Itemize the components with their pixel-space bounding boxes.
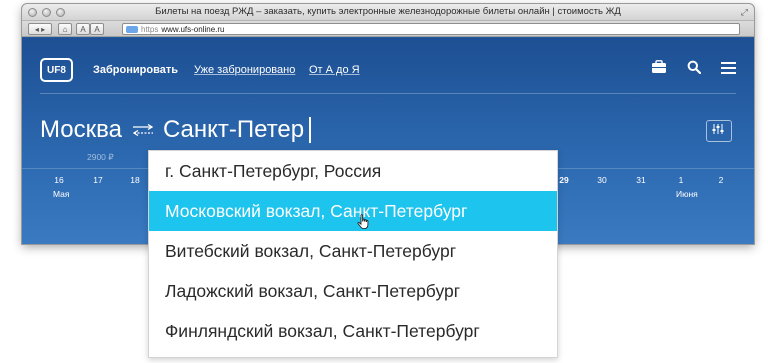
- suggestion-item[interactable]: Ладожский вокзал, Санкт-Петербург: [149, 271, 557, 311]
- date-item[interactable]: 17: [87, 175, 109, 185]
- date-item[interactable]: 18: [124, 175, 146, 185]
- month-label: Мая: [53, 189, 70, 199]
- suggestion-item[interactable]: Витебский вокзал, Санкт-Петербург: [149, 231, 557, 271]
- filter-button[interactable]: [706, 120, 732, 142]
- month-label: Июня: [676, 189, 698, 199]
- route-search: Москва Санкт-Петер: [40, 116, 312, 144]
- search-icon[interactable]: [687, 60, 702, 79]
- text-larger-button[interactable]: A: [90, 23, 104, 35]
- forward-icon[interactable]: ▸: [41, 25, 45, 34]
- date-item[interactable]: 31: [630, 175, 652, 185]
- date-item[interactable]: 2: [710, 175, 732, 185]
- header-divider: [40, 93, 736, 94]
- swap-icon[interactable]: [132, 124, 154, 136]
- url-scheme: https: [141, 24, 159, 34]
- site-icon: [126, 25, 138, 33]
- header-icons: [651, 60, 736, 79]
- title-bar: Билеты на поезд РЖД – заказать, купить э…: [22, 4, 754, 21]
- date-item[interactable]: 1: [670, 175, 692, 185]
- suggestion-item[interactable]: Финляндский вокзал, Санкт-Петербург: [149, 311, 557, 351]
- text-smaller-button[interactable]: A: [76, 23, 90, 35]
- fullscreen-icon[interactable]: ⤢: [741, 7, 748, 18]
- site-logo[interactable]: UF8: [40, 58, 73, 82]
- home-icon: ⌂: [62, 24, 68, 34]
- browser-toolbar: ◂ ▸ ⌂ A A https www.ufs-online.ru: [22, 21, 754, 37]
- briefcase-icon[interactable]: [651, 60, 667, 79]
- url-text: www.ufs-online.ru: [161, 24, 225, 34]
- address-bar[interactable]: https www.ufs-online.ru: [122, 23, 740, 35]
- suggestion-label: Московский вокзал, Санкт-Петербург: [165, 200, 468, 221]
- nav-booked[interactable]: Уже забронировано: [194, 64, 295, 76]
- date-item[interactable]: 16: [48, 175, 70, 185]
- text-caret: [309, 117, 312, 143]
- price-label: 2900 ₽: [87, 152, 114, 162]
- window-title: Билеты на поезд РЖД – заказать, купить э…: [155, 6, 621, 17]
- nav-a-to-z[interactable]: От А до Я: [309, 64, 360, 76]
- back-forward-buttons[interactable]: ◂ ▸: [28, 23, 52, 35]
- suggestion-item-active[interactable]: Московский вокзал, Санкт-Петербург: [149, 191, 557, 231]
- suggestion-item[interactable]: г. Санкт-Петербург, Россия: [149, 151, 557, 191]
- date-item[interactable]: 30: [591, 175, 613, 185]
- home-button[interactable]: ⌂: [58, 23, 72, 35]
- filter-icon: [712, 122, 726, 140]
- suggestions-dropdown: г. Санкт-Петербург, Россия Московский во…: [148, 150, 558, 358]
- from-city[interactable]: Москва: [40, 116, 122, 144]
- menu-icon[interactable]: [721, 61, 736, 79]
- to-city-input[interactable]: Санкт-Петер: [163, 116, 304, 144]
- back-icon[interactable]: ◂: [35, 25, 39, 34]
- nav-book[interactable]: Забронировать: [93, 64, 178, 76]
